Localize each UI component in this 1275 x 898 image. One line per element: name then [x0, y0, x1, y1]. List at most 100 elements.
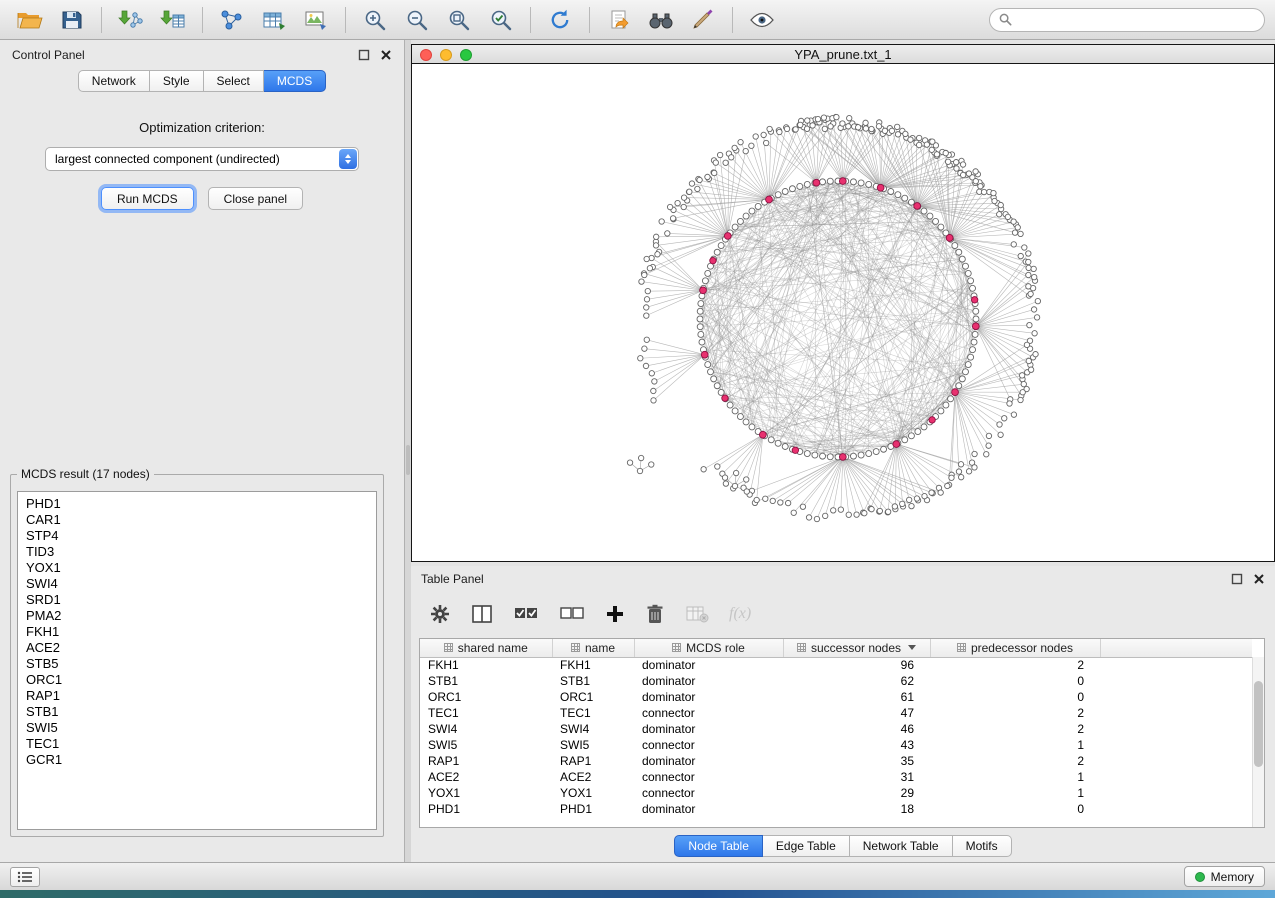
cell-shared-name[interactable]: STB1 [420, 673, 552, 689]
column-header-shared-name[interactable]: shared name [420, 639, 552, 657]
mcds-result-item[interactable]: SWI4 [18, 576, 376, 592]
cell-mcds-role[interactable]: dominator [634, 657, 783, 673]
cell-name[interactable]: PHD1 [552, 801, 634, 817]
cell-predecessor-nodes[interactable]: 2 [930, 657, 1100, 673]
cell-successor-nodes[interactable]: 61 [783, 689, 930, 705]
table-vertical-scrollbar[interactable] [1252, 657, 1264, 827]
import-table-button[interactable] [153, 4, 193, 36]
cell-name[interactable]: YOX1 [552, 785, 634, 801]
node-table-row[interactable]: SWI4SWI4dominator462 [420, 721, 1252, 737]
zoom-out-button[interactable] [397, 4, 437, 36]
clone-network-button[interactable] [599, 4, 639, 36]
cell-shared-name[interactable]: TEC1 [420, 705, 552, 721]
mcds-result-item[interactable]: YOX1 [18, 560, 376, 576]
table-tab-network-table[interactable]: Network Table [850, 835, 953, 857]
close-panel-icon[interactable] [1253, 573, 1265, 585]
mcds-result-item[interactable]: ORC1 [18, 672, 376, 688]
cell-mcds-role[interactable]: connector [634, 737, 783, 753]
node-table-row[interactable]: STB1STB1dominator620 [420, 673, 1252, 689]
new-table-button[interactable] [254, 4, 294, 36]
mcds-result-item[interactable]: TEC1 [18, 736, 376, 752]
mcds-result-item[interactable]: SWI5 [18, 720, 376, 736]
cell-name[interactable]: SWI4 [552, 721, 634, 737]
cell-predecessor-nodes[interactable]: 2 [930, 721, 1100, 737]
table-settings-button[interactable] [429, 603, 451, 625]
column-header-successor-nodes[interactable]: successor nodes [783, 639, 930, 657]
close-panel-icon[interactable] [380, 49, 392, 61]
column-header-mcds-role[interactable]: MCDS role [634, 639, 783, 657]
table-tab-edge-table[interactable]: Edge Table [763, 835, 850, 857]
cell-successor-nodes[interactable]: 62 [783, 673, 930, 689]
close-panel-button[interactable]: Close panel [208, 187, 303, 210]
mcds-result-item[interactable]: ACE2 [18, 640, 376, 656]
cell-successor-nodes[interactable]: 96 [783, 657, 930, 673]
cell-shared-name[interactable]: FKH1 [420, 657, 552, 673]
zoom-fit-button[interactable] [439, 4, 479, 36]
export-image-button[interactable] [296, 4, 336, 36]
splitter-grip[interactable] [406, 445, 410, 475]
mcds-result-item[interactable]: CAR1 [18, 512, 376, 528]
select-all-button[interactable] [513, 604, 539, 624]
search-box[interactable] [989, 8, 1265, 32]
mcds-result-item[interactable]: TID3 [18, 544, 376, 560]
network-canvas[interactable] [412, 64, 1274, 561]
cell-shared-name[interactable]: SWI5 [420, 737, 552, 753]
cell-mcds-role[interactable]: connector [634, 785, 783, 801]
run-mcds-button[interactable]: Run MCDS [101, 187, 194, 210]
zoom-selected-button[interactable] [481, 4, 521, 36]
control-panel-tab-mcds[interactable]: MCDS [264, 70, 326, 92]
toggle-visibility-button[interactable] [742, 4, 782, 36]
table-tab-motifs[interactable]: Motifs [953, 835, 1012, 857]
task-history-button[interactable] [10, 867, 40, 887]
network-window-titlebar[interactable]: YPA_prune.txt_1 [412, 45, 1274, 64]
cell-mcds-role[interactable]: connector [634, 705, 783, 721]
node-table-row[interactable]: TEC1TEC1connector472 [420, 705, 1252, 721]
search-input[interactable] [1018, 13, 1255, 27]
delete-column-button[interactable] [645, 603, 665, 625]
column-header-predecessor-nodes[interactable]: predecessor nodes [930, 639, 1100, 657]
mcds-result-item[interactable]: STB1 [18, 704, 376, 720]
mcds-result-item[interactable]: PHD1 [18, 496, 376, 512]
show-columns-button[interactable] [471, 604, 493, 624]
cell-predecessor-nodes[interactable]: 0 [930, 689, 1100, 705]
network-graph[interactable] [412, 64, 1274, 561]
mcds-result-item[interactable]: STP4 [18, 528, 376, 544]
node-table-row[interactable]: ACE2ACE2connector311 [420, 769, 1252, 785]
cell-name[interactable]: TEC1 [552, 705, 634, 721]
cell-name[interactable]: FKH1 [552, 657, 634, 673]
mcds-result-item[interactable]: FKH1 [18, 624, 376, 640]
float-panel-icon[interactable] [358, 49, 370, 61]
cell-successor-nodes[interactable]: 47 [783, 705, 930, 721]
node-table-row[interactable]: ORC1ORC1dominator610 [420, 689, 1252, 705]
cell-shared-name[interactable]: ACE2 [420, 769, 552, 785]
control-panel-tab-select[interactable]: Select [204, 70, 264, 92]
save-session-button[interactable] [52, 4, 92, 36]
refresh-layout-button[interactable] [540, 4, 580, 36]
cell-predecessor-nodes[interactable]: 2 [930, 753, 1100, 769]
mcds-result-item[interactable]: SRD1 [18, 592, 376, 608]
open-folder-button[interactable] [10, 4, 50, 36]
cell-mcds-role[interactable]: connector [634, 769, 783, 785]
add-column-button[interactable] [605, 604, 625, 624]
cell-mcds-role[interactable]: dominator [634, 721, 783, 737]
cell-successor-nodes[interactable]: 29 [783, 785, 930, 801]
cell-successor-nodes[interactable]: 46 [783, 721, 930, 737]
new-network-button[interactable] [212, 4, 252, 36]
sort-descending-icon[interactable] [908, 645, 916, 650]
criterion-dropdown[interactable]: largest connected component (undirected) [45, 147, 359, 171]
cell-predecessor-nodes[interactable]: 1 [930, 769, 1100, 785]
column-header-name[interactable]: name [552, 639, 634, 657]
cell-successor-nodes[interactable]: 35 [783, 753, 930, 769]
node-table-row[interactable]: YOX1YOX1connector291 [420, 785, 1252, 801]
node-table-row[interactable]: FKH1FKH1dominator962 [420, 657, 1252, 673]
cell-predecessor-nodes[interactable]: 0 [930, 673, 1100, 689]
cell-name[interactable]: ACE2 [552, 769, 634, 785]
cell-name[interactable]: ORC1 [552, 689, 634, 705]
table-tab-node-table[interactable]: Node Table [674, 835, 763, 857]
cell-successor-nodes[interactable]: 18 [783, 801, 930, 817]
cell-shared-name[interactable]: ORC1 [420, 689, 552, 705]
cell-shared-name[interactable]: SWI4 [420, 721, 552, 737]
control-panel-tab-network[interactable]: Network [78, 70, 150, 92]
memory-button[interactable]: Memory [1184, 866, 1265, 887]
cell-name[interactable]: SWI5 [552, 737, 634, 753]
